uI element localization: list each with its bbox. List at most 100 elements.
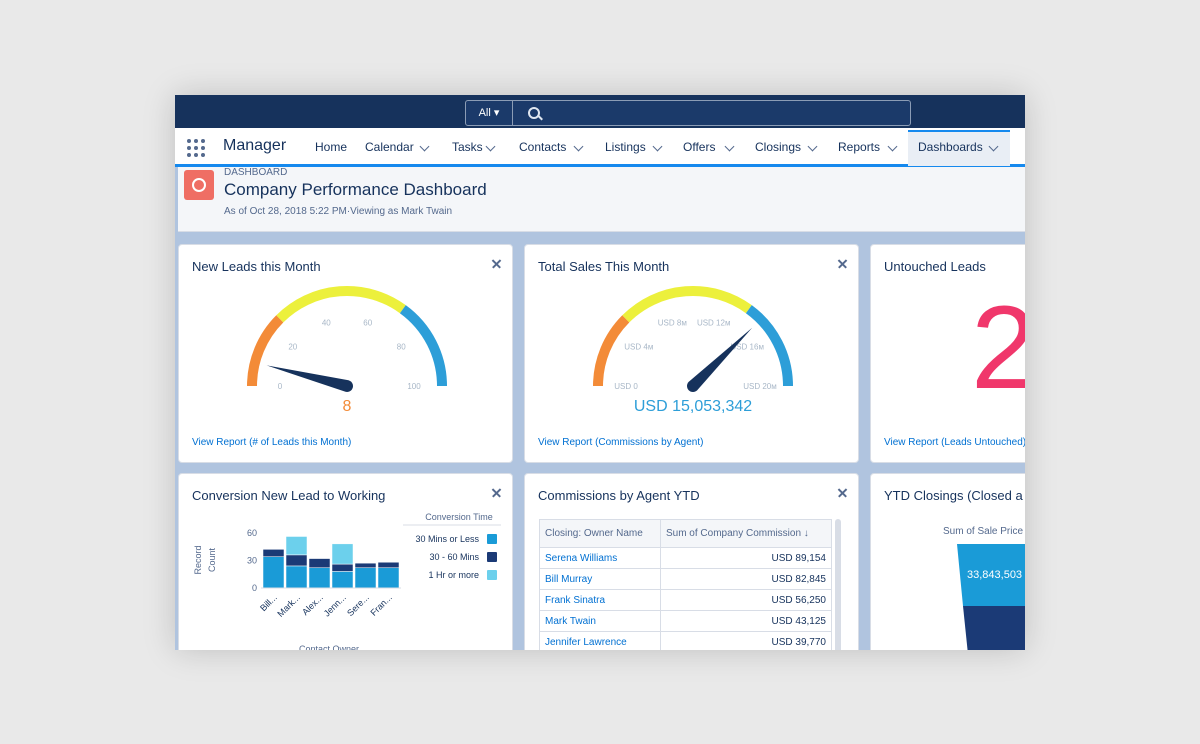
chevron-down-icon[interactable]: [807, 141, 818, 152]
y-tick-label: 0: [252, 583, 257, 593]
nav-tab-closings[interactable]: Closings: [755, 128, 801, 164]
chevron-down-icon[interactable]: [652, 141, 663, 152]
funnel-segment-middle: [963, 606, 1025, 650]
bar-segment: [308, 558, 331, 569]
bar-segment: [354, 567, 377, 589]
view-report-link[interactable]: View Report (# of Leads this Month): [192, 437, 351, 448]
card-untouched-leads: Untouched Leads 2 View Report (Leads Unt…: [870, 244, 1025, 463]
chevron-down-icon[interactable]: [573, 141, 584, 152]
page-header: DASHBOARD Company Performance Dashboard …: [178, 167, 1025, 232]
search-icon: [528, 107, 540, 119]
x-tick-label: Sere...: [345, 592, 371, 618]
chevron-down-icon[interactable]: [419, 141, 430, 152]
view-report-link[interactable]: View Report (Commissions by Agent): [538, 437, 703, 448]
legend-label: 1 Hr or more: [428, 570, 479, 580]
leads-gauge: 0 20 40 60 80 100 8: [247, 286, 447, 415]
view-report-link[interactable]: View Report (Leads Untouched): [884, 437, 1025, 448]
x-axis-title: Contact Owner: [299, 644, 359, 650]
table-row: Serena Williams USD 89,154: [539, 547, 833, 569]
nav-tab-contacts[interactable]: Contacts: [519, 128, 566, 164]
sales-gauge: USD 0USD 4мUSD 8м USD 12мUSD 16мUSD 20мUS…: [593, 286, 793, 415]
legend-label: 30 - 60 Mins: [429, 552, 479, 562]
owner-name-link[interactable]: Bill Murray: [539, 568, 661, 590]
x-tick-label: Mark...: [275, 592, 302, 619]
nav-tab-listings[interactable]: Listings: [605, 128, 646, 164]
card-total-sales: Total Sales This Month USD 0 USD 4м USD 8м…: [524, 244, 859, 463]
legend-swatch: [487, 570, 497, 580]
gauge-tick-label: 80: [397, 343, 406, 352]
app-window: All ▾ Manager Home Calendar Tasks Contac…: [175, 95, 1025, 650]
y-tick-label: 60: [247, 528, 257, 538]
nav-tab-reports[interactable]: Reports: [838, 128, 880, 164]
x-tick-label: Jenn...: [322, 592, 348, 618]
owner-name-link[interactable]: Serena Williams: [539, 547, 661, 569]
card-commissions: Commissions by Agent YTD Closing: Owner …: [524, 473, 859, 650]
gauge-band-2: [399, 305, 447, 387]
bar-segment: [331, 563, 354, 572]
gauge-tick-label: 20: [288, 343, 297, 352]
page-title: Company Performance Dashboard: [224, 180, 487, 199]
app-launcher-icon[interactable]: [187, 139, 205, 157]
table-row: Jennifer Lawrence USD 39,770: [539, 631, 833, 650]
bar-segment: [285, 554, 308, 567]
column-header-commission[interactable]: Sum of Company Commission ↓: [659, 519, 833, 548]
owner-name-link[interactable]: Mark Twain: [539, 610, 661, 632]
commissions-table: Closing: Owner Name Sum of Company Commi…: [539, 519, 833, 650]
gauge-tick-label: USD 8м: [658, 318, 687, 327]
gauge-tick-label: 0: [278, 382, 283, 391]
untouched-metric-value: 2: [971, 273, 1025, 423]
bar-segment: [331, 571, 354, 589]
nav-tab-offers[interactable]: Offers: [683, 128, 715, 164]
gauge-tick-label: 40: [322, 318, 331, 327]
nav-tab-tasks[interactable]: Tasks: [452, 128, 483, 164]
global-header: All ▾: [175, 95, 1025, 128]
table-row: Mark Twain USD 43,125: [539, 610, 833, 632]
chevron-down-icon[interactable]: [887, 141, 898, 152]
gauge-band-0: [593, 315, 630, 387]
legend-swatch: [487, 534, 497, 544]
chevron-down-icon[interactable]: [724, 141, 735, 152]
gauge-band-1: [622, 286, 752, 323]
as-of-timestamp: As of Oct 28, 2018 5:22 PM·Viewing as Ma…: [224, 206, 453, 217]
funnel-chart: [957, 544, 1025, 650]
conversion-stacked-bar-chart: 03060Record CountBill...Mark...Alex...Jen…: [193, 512, 501, 650]
y-tick-label: 30: [247, 555, 257, 565]
gauge-tick-label: 100: [407, 382, 421, 391]
legend-swatch: [487, 552, 497, 562]
bar-segment: [331, 543, 354, 565]
x-tick-label: Alex...: [300, 592, 325, 617]
expand-icon[interactable]: [837, 488, 847, 498]
card-conversion: Conversion New Lead to Working 0 30 60 Reco…: [178, 473, 513, 650]
nav-tab-home[interactable]: Home: [315, 128, 347, 164]
navigation-bar: Manager Home Calendar Tasks Contacts Lis…: [175, 128, 1025, 167]
bar-segment: [262, 556, 285, 589]
global-search[interactable]: All ▾: [465, 100, 911, 126]
gauge-tick-label: USD 4м: [624, 343, 653, 352]
commission-value: USD 39,770: [660, 631, 833, 650]
bar-segment: [308, 567, 331, 589]
owner-name-link[interactable]: Frank Sinatra: [539, 589, 661, 611]
table-scrollbar[interactable]: [835, 519, 841, 650]
nav-tab-calendar[interactable]: Calendar: [365, 128, 414, 164]
commission-value: USD 82,845: [660, 568, 833, 590]
bar-segment: [285, 565, 308, 589]
bar-segment: [262, 549, 285, 557]
card-new-leads: New Leads this Month 0 20 40 60 80 100 8 View …: [178, 244, 513, 463]
dashboard-icon: [184, 170, 214, 200]
table-row: Bill Murray USD 82,845: [539, 568, 833, 590]
search-scope-dropdown[interactable]: All ▾: [466, 101, 513, 125]
legend-title: Conversion Time: [425, 512, 493, 522]
nav-tab-dashboards[interactable]: Dashboards: [918, 128, 983, 164]
table-row: Frank Sinatra USD 56,250: [539, 589, 833, 611]
page-type-label: DASHBOARD: [224, 167, 288, 178]
commission-value: USD 56,250: [660, 589, 833, 611]
owner-name-link[interactable]: Jennifer Lawrence: [539, 631, 661, 650]
app-name: Manager: [223, 137, 287, 154]
gauge-tick-label: USD 12м: [697, 318, 731, 327]
x-tick-label: Fran...: [368, 592, 393, 617]
column-header-owner-name[interactable]: Closing: Owner Name: [539, 519, 661, 548]
y-axis-title: Count: [207, 548, 217, 573]
gauge-band-1: [276, 286, 406, 323]
chevron-down-icon[interactable]: [485, 141, 496, 152]
gauge-tick-label: 60: [363, 318, 372, 327]
